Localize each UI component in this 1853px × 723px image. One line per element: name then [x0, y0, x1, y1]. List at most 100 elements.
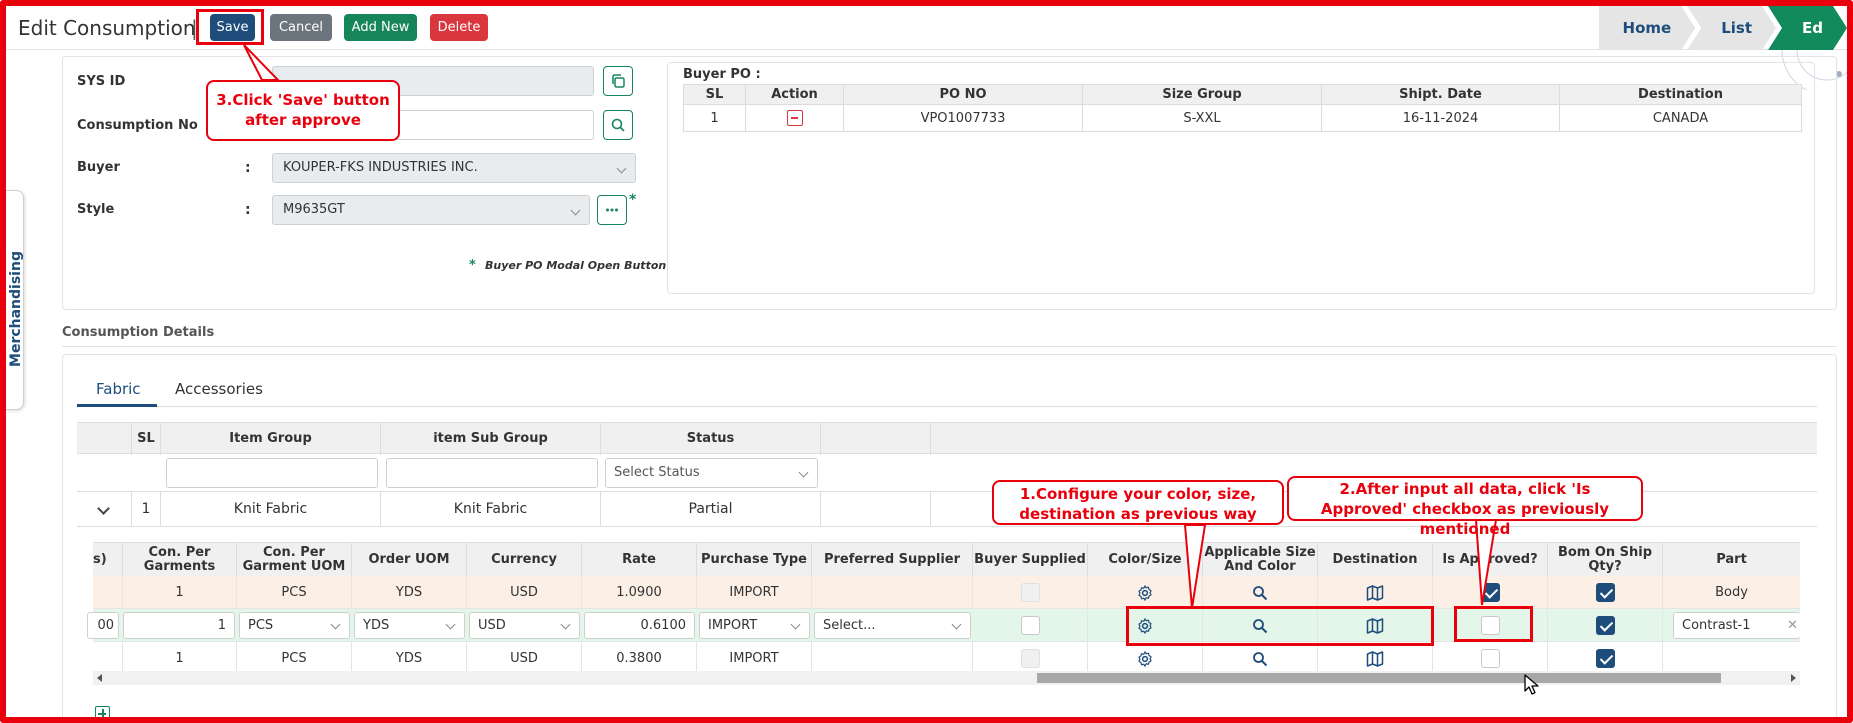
sys-id-label: SYS ID [77, 74, 126, 89]
map-icon[interactable] [1366, 584, 1384, 602]
expand-toggle[interactable] [77, 492, 132, 527]
copy-button[interactable] [603, 66, 633, 96]
row-item-sub-group: Knit Fabric [381, 492, 601, 527]
mouse-cursor-icon [1524, 674, 1539, 695]
fabric-grid-header: SL Item Group item Sub Group Status [77, 422, 1817, 455]
uom-select-value: PCS [248, 618, 274, 633]
add-row-icon[interactable] [95, 706, 110, 721]
horizontal-scrollbar[interactable] [93, 671, 1800, 685]
partial-input[interactable]: 00 [87, 612, 119, 639]
col-partial: s) [93, 543, 123, 577]
tab-fabric[interactable]: Fabric [96, 380, 141, 398]
buyer-po-modal-button[interactable] [597, 195, 627, 225]
expand-col-header [77, 423, 132, 455]
item-group-filter-input[interactable] [166, 458, 378, 488]
scroll-left-icon[interactable] [97, 674, 102, 682]
remove-icon[interactable] [786, 110, 803, 126]
ellipsis-icon [606, 208, 618, 212]
po-ship-date: 16-11-2024 [1321, 104, 1560, 132]
required-star: * [629, 192, 637, 208]
currency-select-value: USD [478, 618, 506, 633]
chevron-down-icon [798, 467, 809, 478]
gear-icon[interactable] [1136, 650, 1154, 668]
preferred-supplier-select[interactable]: Select... [814, 612, 971, 639]
purchase-type-select[interactable]: IMPORT [699, 612, 810, 639]
buyer-select[interactable]: KOUPER-FKS INDUSTRIES INC. [272, 153, 636, 183]
style-select[interactable]: M9635GT [272, 195, 590, 225]
purchase-type-select-value: IMPORT [708, 618, 758, 633]
bom-on-ship-qty-checkbox[interactable] [1595, 583, 1615, 602]
col-order-uom: Order UOM [352, 543, 467, 577]
col-preferred-supplier: Preferred Supplier [812, 543, 973, 577]
scrollbar-thumb[interactable] [1037, 673, 1721, 683]
bom-on-ship-qty-checkbox[interactable] [1595, 616, 1615, 635]
search-icon[interactable] [1252, 585, 1268, 601]
uom-select[interactable]: PCS [239, 612, 350, 639]
consumption-no-label: Consumption No [77, 118, 198, 133]
buyer-select-value: KOUPER-FKS INDUSTRIES INC. [283, 160, 478, 175]
delete-button[interactable]: Delete [430, 14, 488, 41]
cancel-button[interactable]: Cancel [270, 14, 332, 41]
col-is-approved: Is Approved? [1433, 543, 1548, 577]
step2-callout: 2.After input all data, click 'Is Approv… [1287, 476, 1643, 538]
col-bom-on-ship-qty: Bom On Ship Qty? [1548, 543, 1663, 577]
chevron-down-icon [445, 619, 456, 630]
tab-accessories[interactable]: Accessories [175, 380, 263, 398]
status-filter-select[interactable]: Select Status [605, 458, 818, 488]
save-highlight-box [196, 9, 264, 45]
step1-callout: 1.Configure your color, size, destinatio… [992, 480, 1284, 525]
col-item-group: Item Group [161, 423, 381, 455]
cell-applicable [1203, 576, 1318, 609]
po-sl: 1 [683, 104, 746, 132]
breadcrumb-edit: Ed [1768, 6, 1847, 50]
clear-icon[interactable]: ✕ [1787, 613, 1798, 638]
cell-partial [93, 576, 123, 609]
page-title: Edit Consumption [18, 16, 196, 40]
col-empty [821, 423, 931, 455]
breadcrumb-home[interactable]: Home [1599, 6, 1696, 50]
map-icon[interactable] [1366, 650, 1384, 668]
cell-rate: 1.0900 [582, 576, 697, 609]
rate-input[interactable]: 0.6100 [584, 612, 695, 639]
currency-select[interactable]: USD [469, 612, 580, 639]
buyer-supplied-checkbox[interactable] [1020, 616, 1040, 635]
is-approved-checkbox[interactable] [1480, 649, 1500, 668]
cell-part: Body [1715, 585, 1748, 600]
add-new-button[interactable]: Add New [344, 14, 417, 41]
buyer-colon: : [245, 160, 251, 176]
po-col-action: Action [745, 84, 844, 105]
row-item-group: Knit Fabric [161, 492, 381, 527]
search-icon [611, 118, 625, 132]
col-item-sub-group: item Sub Group [381, 423, 601, 455]
gear-icon[interactable] [1136, 584, 1154, 602]
cell-is-approved [1433, 576, 1548, 609]
search-icon[interactable] [1252, 651, 1268, 667]
po-col-po-no: PO NO [843, 84, 1083, 105]
col-color-size: Color/Size [1088, 543, 1203, 577]
preferred-supplier-placeholder: Select... [823, 618, 876, 633]
status-filter-placeholder: Select Status [614, 465, 700, 480]
search-button[interactable] [603, 110, 633, 140]
breadcrumb-list[interactable]: List [1687, 6, 1776, 50]
is-approved-checkbox[interactable] [1480, 583, 1500, 602]
col-part: Part [1716, 552, 1747, 567]
col-buyer-supplied: Buyer Supplied [973, 543, 1088, 577]
part-input[interactable]: Contrast-1 ✕ [1673, 612, 1800, 639]
chevron-down-icon [790, 619, 801, 630]
item-sub-group-filter-input[interactable] [386, 458, 598, 488]
chevron-down-icon [616, 163, 627, 174]
style-select-value: M9635GT [283, 202, 345, 217]
buyer-po-table: SL Action PO NO Size Group Shipt. Date D… [683, 84, 1802, 132]
cell-buyer-supplied [973, 609, 1088, 642]
po-destination: CANADA [1559, 104, 1802, 132]
order-uom-select[interactable]: YDS [354, 612, 465, 639]
fabric-detail-header: s) Con. Per Garments Con. Per Garment UO… [93, 542, 1800, 577]
merchandising-side-tab[interactable]: Merchandising [6, 190, 24, 410]
scroll-right-icon[interactable] [1791, 674, 1796, 682]
row-sl: 1 [132, 492, 161, 527]
chevron-down-icon [570, 205, 581, 216]
col-con-per-garment-uom: Con. Per Garment UOM [237, 543, 352, 577]
con-per-garments-input[interactable]: 1 [123, 612, 235, 639]
note-star: * [469, 258, 476, 273]
bom-on-ship-qty-checkbox[interactable] [1595, 649, 1615, 668]
